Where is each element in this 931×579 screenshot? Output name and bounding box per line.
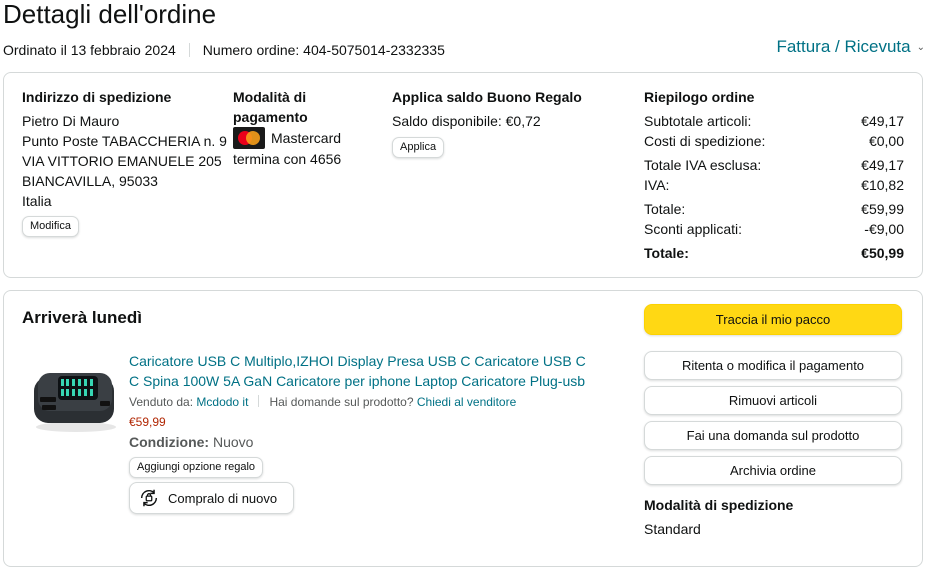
shipment-box: Arriverà lunedì Caricatore USB C Multipl… [3,290,923,567]
summary-row: Totale IVA esclusa: €49,17 [644,157,904,173]
arrival-heading: Arriverà lunedì [22,308,142,327]
summary-row: IVA: €10,82 [644,177,904,193]
page-title: Dettagli dell'ordine [3,0,217,29]
sold-by-label: Venduto da: [129,395,194,409]
product-price: €59,99 [129,415,166,429]
order-info-box: Indirizzo di spedizione Pietro Di Mauro … [3,72,923,278]
summary-row: Subtotale articoli: €49,17 [644,113,904,129]
seller-info: Venduto da: Mcdodo it Hai domande sul pro… [129,393,516,411]
card-name: Mastercard [271,130,342,146]
seller-link[interactable]: Mcdodo it [196,395,248,409]
add-gift-option-button[interactable]: Aggiungi opzione regalo [129,457,264,478]
summary-grand-total: Totale: €50,99 [644,245,904,261]
shipping-address-heading: Indirizzo di spedizione [22,89,172,105]
archive-order-button[interactable]: Archivia ordine [644,456,902,485]
order-summary-heading: Riepilogo ordine [644,89,755,105]
order-summary-section: Riepilogo ordine Subtotale articoli: €49,… [644,87,904,263]
condition-value: Nuovo [213,434,254,450]
shipping-address-section: Indirizzo di spedizione Pietro Di Mauro … [22,87,227,237]
product-image[interactable] [30,367,120,433]
gift-card-section: Applica saldo Buono Regalo Saldo disponi… [392,87,612,158]
payment-section: Modalità di pagamento Mastercard termina… [233,87,363,169]
meta-divider [188,43,190,57]
product-title-link[interactable]: Caricatore USB C Multiplo,IZHOI Display … [129,351,599,391]
address-line: BIANCAVILLA, 95033 [22,173,158,189]
order-date: Ordinato il 13 febbraio 2024 [3,42,176,58]
summary-row: Costi di spedizione: €0,00 [644,133,904,149]
address-line: Italia [22,193,52,209]
apply-gift-card-button[interactable]: Applica [392,137,445,158]
buy-again-button[interactable]: Compralo di nuovo [129,482,294,514]
summary-row: Totale: €59,99 [644,201,904,217]
condition-label: Condizione: [129,434,210,450]
chevron-down-icon: ⌄ [916,42,925,53]
question-label: Hai domande sul prodotto? [269,395,414,409]
mastercard-icon [233,127,265,149]
buy-again-icon [140,489,158,507]
address-line: Punto Poste TABACCHERIA n. 9 [22,133,227,149]
payment-heading: Modalità di pagamento [233,89,308,125]
edit-address-button[interactable]: Modifica [22,216,79,237]
shipping-method-value: Standard [644,521,701,537]
address-line: Pietro Di Mauro [22,113,120,129]
buy-again-label: Compralo di nuovo [168,490,278,506]
invoice-dropdown[interactable]: Fattura / Ricevuta ⌄ [776,35,925,60]
remove-items-button[interactable]: Rimuovi articoli [644,386,902,415]
gift-card-heading: Applica saldo Buono Regalo [392,89,582,105]
order-meta: Ordinato il 13 febbraio 2024 Numero ordin… [3,40,445,60]
summary-row: Sconti applicati: -€9,00 [644,221,904,237]
address-line: VIA VITTORIO EMANUELE 205 [22,153,222,169]
ask-seller-link[interactable]: Chiedi al venditore [417,395,516,409]
ask-product-question-button[interactable]: Fai una domanda sul prodotto [644,421,902,450]
seller-divider [258,395,260,407]
retry-payment-button[interactable]: Ritenta o modifica il pagamento [644,351,902,380]
product-condition: Condizione: Nuovo [129,432,253,452]
card-ending: termina con 4656 [233,151,342,167]
invoice-link[interactable]: Fattura / Ricevuta [776,37,910,56]
shipping-method-heading: Modalità di spedizione [644,497,794,513]
order-number: Numero ordine: 404-5075014-2332335 [202,42,445,58]
track-package-button[interactable]: Traccia il mio pacco [644,304,902,335]
gift-card-balance: Saldo disponibile: €0,72 [392,113,541,129]
